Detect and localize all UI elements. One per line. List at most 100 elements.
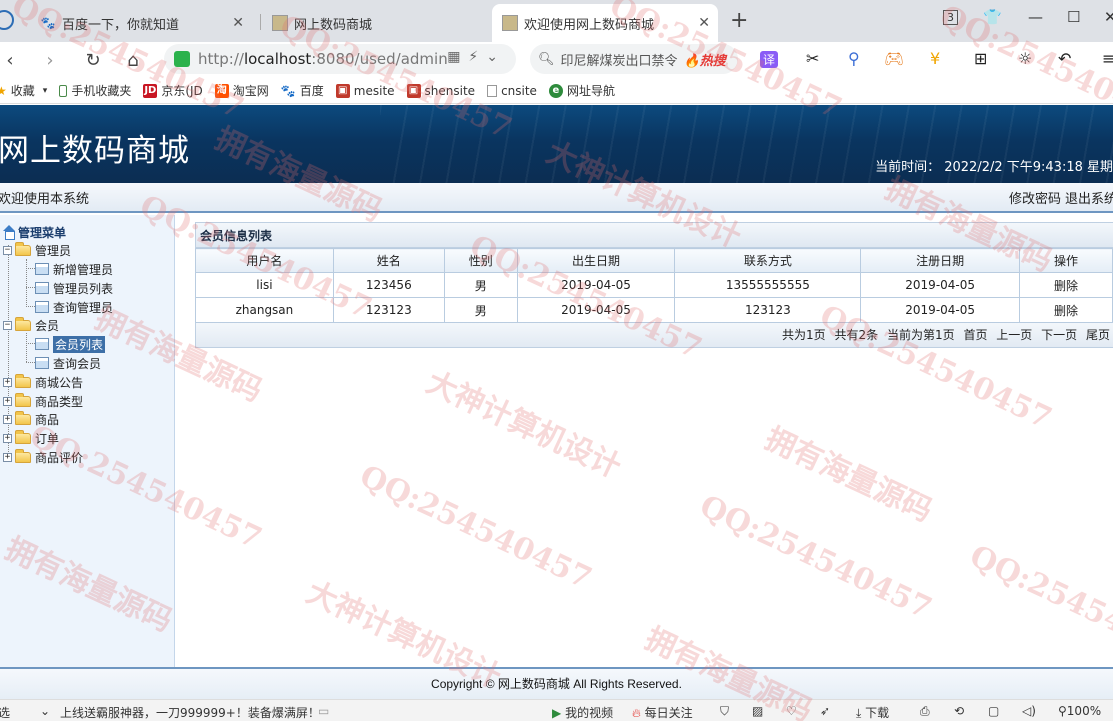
shirt-icon[interactable]: 👕 (983, 8, 1002, 26)
translate-icon[interactable]: 译 (760, 51, 779, 68)
bookmarks-bar: ★ 收藏 ▾ 手机收藏夹 JD 京东(JD 淘淘宝网 🐾 百度 ▣ mesite ▣ she… (0, 78, 1113, 104)
bookmark-taobao[interactable]: 淘淘宝网 (214, 82, 269, 99)
tab-shop[interactable]: 网上数码商城 (262, 4, 484, 42)
collapse-icon[interactable]: − (3, 320, 12, 330)
sidebar-group-admin[interactable]: − 管理员 (3, 241, 71, 259)
hot-search-badge: 🔥热搜 (683, 53, 726, 69)
tab-count-badge[interactable]: 3 (943, 10, 958, 25)
search-box[interactable]: 🔍︎ 印尼解煤炭出口禁令 🔥热搜 (530, 44, 738, 74)
heart-icon[interactable]: ♡ (786, 704, 797, 718)
secure-shield-icon (174, 51, 190, 67)
play-icon: ▶ (552, 706, 562, 720)
status-left: 选 (0, 706, 11, 720)
sidebar-item-add-admin[interactable]: 新增管理员 (35, 260, 113, 278)
expand-icon[interactable]: + (3, 452, 12, 462)
sidebar-group-notice[interactable]: + 商城公告 (3, 373, 83, 391)
bookmark-baidu[interactable]: 🐾 百度 (281, 82, 324, 99)
close-icon[interactable]: ✕ (232, 15, 244, 31)
next-page-link[interactable]: 下一页 (1041, 328, 1077, 342)
prev-page-link[interactable]: 上一页 (996, 328, 1032, 342)
zoom-level[interactable]: ⚲100% (1058, 704, 1101, 718)
bookmark-nav[interactable]: e 网址导航 (548, 82, 615, 99)
bookmark-shensite[interactable]: ▣ shensite (406, 83, 475, 98)
sidebar-root[interactable]: 管理菜单 (2, 223, 66, 241)
address-bar-actions-icon[interactable]: ▦⚡⌄ (447, 49, 506, 65)
panel-title: 会员信息列表 (195, 222, 1113, 248)
sidebar-item-admin-list[interactable]: 管理员列表 (35, 279, 113, 297)
document-icon (487, 84, 498, 97)
forward-icon[interactable]: › (40, 47, 60, 73)
download[interactable]: ⤓ 下载 (856, 704, 889, 721)
sidebar-group-order[interactable]: + 订单 (3, 429, 59, 447)
tab-baidu[interactable]: 🐾 百度一下，你就知道 ✕ (30, 4, 252, 42)
baidu-paw-icon: 🐾 (40, 16, 56, 30)
rocket-icon[interactable]: ➶ (820, 704, 830, 718)
tab-welcome[interactable]: 欢迎使用网上数码商城 ✕ (492, 4, 718, 42)
speaker-icon[interactable]: ◁) (1022, 704, 1036, 718)
maximize-icon[interactable]: ☐ (1067, 8, 1080, 26)
baidu-paw-icon: 🐾 (280, 83, 296, 98)
bookmark-mesite[interactable]: ▣ mesite (335, 83, 395, 98)
tab-separator (260, 14, 261, 30)
first-page-link[interactable]: 首页 (963, 328, 987, 342)
expand-icon[interactable]: + (3, 396, 12, 406)
close-icon[interactable]: ✕ (698, 15, 710, 31)
magnifier-icon[interactable]: ⚲ (848, 49, 860, 68)
coupon-icon[interactable]: ¥ (930, 49, 940, 68)
daily-focus[interactable]: 🔥︎ 每日关注 (632, 704, 693, 721)
sidebar-group-product[interactable]: + 商品 (3, 410, 59, 428)
folder-open-icon (15, 316, 31, 331)
sidebar-group-review[interactable]: + 商品评价 (3, 448, 83, 466)
bookmark-mobile[interactable]: 手机收藏夹 (59, 82, 131, 99)
expand-icon[interactable]: + (3, 377, 12, 387)
bookmark-favorites[interactable]: ★ 收藏 ▾ (0, 82, 47, 99)
game-icon[interactable]: 🎮︎ (884, 49, 904, 68)
back-icon[interactable]: ‹ (0, 47, 20, 73)
address-bar[interactable]: http://localhost:8080/used/admin ▦⚡⌄ (164, 44, 516, 74)
sidebar-item-member-list[interactable]: 会员列表 (35, 335, 106, 353)
column-header: 性别 (443, 248, 518, 273)
flame-icon: 🔥︎ (632, 706, 641, 720)
menu-icon[interactable]: ≡ (1102, 49, 1113, 68)
collapse-icon[interactable]: − (3, 245, 12, 255)
refresh-icon[interactable]: ⟲ (954, 704, 964, 718)
apps-grid-icon[interactable]: ⊞ (974, 49, 987, 68)
my-video[interactable]: ▶ 我的视频 (552, 704, 613, 721)
minimize-icon[interactable]: — (1028, 8, 1043, 26)
pagination: 共为1页 共有2条 当前为第1页 首页 上一页 下一页 尾页 (195, 323, 1113, 348)
close-window-icon[interactable]: ✕ (1104, 8, 1113, 26)
folder-icon (15, 448, 31, 463)
sidebar-group-category[interactable]: + 商品类型 (3, 392, 83, 410)
delete-link[interactable]: 删除 (1019, 297, 1113, 323)
sidebar-group-member[interactable]: − 会员 (3, 316, 59, 334)
folder-icon (15, 429, 31, 444)
welcome-text: 欢迎使用本系统 (0, 191, 90, 207)
printer-icon[interactable]: ⎙ (920, 704, 930, 719)
news-ticker[interactable]: 上线送霸服神器，一刀999999+！装备爆满屏！ (60, 704, 320, 721)
shield-icon[interactable]: ⛉ (720, 704, 729, 719)
reload-icon[interactable]: ↻ (82, 47, 104, 73)
home-icon[interactable]: ⌂ (122, 47, 144, 73)
logout-link[interactable]: 退出系统 (1065, 192, 1113, 207)
scissors-icon[interactable]: ✂ (806, 49, 819, 68)
url-path: :8080/used/admin (311, 50, 448, 68)
cell-birthdate: 2019-04-05 (516, 272, 676, 298)
sidebar-item-query-admin[interactable]: 查询管理员 (35, 298, 113, 316)
sidebar-item-query-member[interactable]: 查询会员 (35, 354, 101, 372)
column-header: 操作 (1019, 248, 1113, 273)
chevron-down-icon[interactable]: ⌄ (40, 704, 50, 718)
brightness-icon[interactable]: ☼ (1018, 49, 1032, 68)
undo-icon[interactable]: ↶ (1058, 49, 1071, 68)
search-suggestion: 印尼解煤炭出口禁令 (560, 53, 678, 69)
window-icon[interactable]: ▢ (988, 704, 999, 718)
new-tab-plus-icon[interactable]: + (730, 8, 748, 33)
expand-icon[interactable]: + (3, 414, 12, 424)
bookmark-jd[interactable]: JD 京东(JD (143, 82, 203, 99)
page-icon (35, 357, 49, 369)
bookmark-cnsite[interactable]: cnsite (487, 84, 537, 98)
last-page-link[interactable]: 尾页 (1086, 328, 1110, 342)
delete-link[interactable]: 删除 (1019, 272, 1113, 298)
image-icon[interactable]: ▨ (752, 704, 763, 718)
expand-icon[interactable]: + (3, 433, 12, 443)
change-password-link[interactable]: 修改密码 (1009, 192, 1061, 207)
